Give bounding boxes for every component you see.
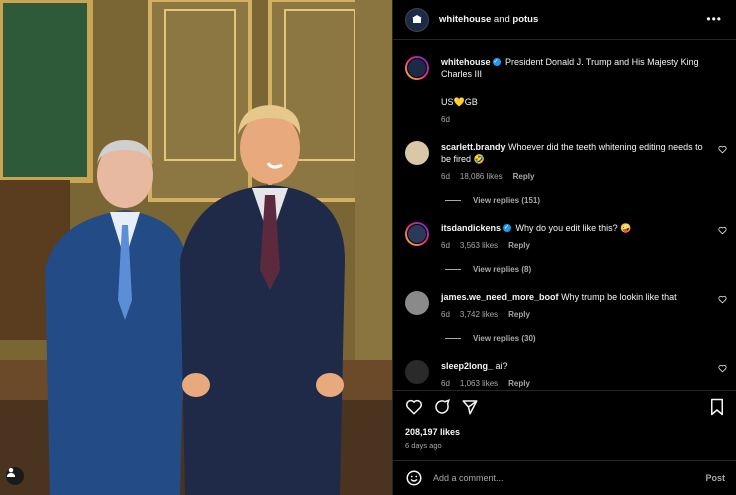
reply-button[interactable]: Reply — [508, 310, 530, 319]
comment: sleep2long_ ai? 6d 1,063 likes Reply — [405, 360, 727, 390]
authors-conjunction: and — [491, 14, 513, 25]
post-timestamp: 6 days ago — [405, 441, 442, 450]
comment-likes[interactable]: 3,563 likes — [460, 241, 498, 250]
whitehouse-seal-icon — [412, 14, 422, 23]
comment-likes[interactable]: 18,086 likes — [460, 172, 503, 181]
post-likes-count[interactable]: 208,197 likes — [405, 427, 725, 437]
caption-flags: US💛GB — [441, 97, 478, 107]
comment-time[interactable]: 6d — [441, 241, 450, 250]
reply-button[interactable]: Reply — [513, 172, 535, 181]
avatar[interactable] — [405, 141, 429, 165]
comment: itsdandickens Why do you edit like this?… — [405, 222, 727, 252]
verified-badge-icon — [492, 56, 501, 68]
view-replies-button[interactable]: View replies (151) — [445, 196, 540, 205]
view-replies-label: View replies (8) — [473, 265, 532, 274]
heart-icon[interactable] — [718, 364, 727, 373]
post-actions: 208,197 likes 6 days ago — [393, 390, 736, 456]
avatar[interactable] — [405, 222, 429, 246]
comment-text: Why do you edit like this? 🤪 — [515, 223, 632, 233]
share-send-icon[interactable] — [461, 398, 479, 416]
view-replies-label: View replies (30) — [473, 334, 536, 343]
comment: james.we_need_more_boof Why trump be loo… — [405, 291, 727, 321]
caption-time[interactable]: 6d — [441, 115, 450, 124]
instagram-post-viewer: whitehouse and potus ••• whitehouse Pres… — [0, 0, 736, 495]
more-options-icon[interactable]: ••• — [706, 12, 722, 26]
comment-text: Why trump be lookin like that — [561, 292, 677, 302]
heart-icon[interactable] — [718, 145, 727, 154]
caption-username[interactable]: whitehouse — [441, 57, 491, 67]
view-replies-button[interactable]: View replies (30) — [445, 334, 536, 343]
comment-username[interactable]: scarlett.brandy — [441, 142, 506, 152]
comment-time[interactable]: 6d — [441, 310, 450, 319]
add-comment-bar: Post — [393, 460, 736, 495]
heart-icon[interactable] — [718, 295, 727, 304]
view-replies-label: View replies (151) — [473, 196, 540, 205]
post-caption: whitehouse President Donald J. Trump and… — [405, 56, 727, 126]
comment-username[interactable]: sleep2long_ — [441, 361, 493, 371]
comment-username[interactable]: itsdandickens — [441, 223, 501, 233]
reply-button[interactable]: Reply — [508, 379, 530, 388]
bookmark-save-icon[interactable] — [709, 398, 725, 416]
verified-badge-icon — [503, 222, 512, 234]
comment-text: ai? — [495, 361, 508, 371]
avatar[interactable] — [405, 291, 429, 315]
reply-button[interactable]: Reply — [508, 241, 530, 250]
post-photo[interactable] — [0, 0, 392, 495]
author-link-whitehouse[interactable]: whitehouse — [439, 14, 491, 25]
comment-likes[interactable]: 1,063 likes — [460, 379, 498, 388]
author-link-potus[interactable]: potus — [512, 14, 538, 25]
like-heart-icon[interactable] — [405, 398, 423, 416]
comment-username[interactable]: james.we_need_more_boof — [441, 292, 559, 302]
tagged-users-button[interactable] — [6, 467, 24, 485]
emoji-icon[interactable] — [405, 469, 423, 487]
comment-time[interactable]: 6d — [441, 379, 450, 388]
comment-time[interactable]: 6d — [441, 172, 450, 181]
post-authors: whitehouse and potus — [439, 14, 538, 25]
post-comment-button[interactable]: Post — [705, 473, 725, 483]
comment: scarlett.brandy Whoever did the teeth wh… — [405, 141, 727, 183]
add-comment-input[interactable] — [433, 473, 706, 483]
heart-icon[interactable] — [718, 226, 727, 235]
person-icon — [7, 468, 15, 477]
avatar[interactable] — [405, 7, 429, 32]
comment-likes[interactable]: 3,742 likes — [460, 310, 498, 319]
photo-illustration — [0, 0, 392, 495]
post-details-panel: whitehouse and potus ••• whitehouse Pres… — [392, 0, 736, 495]
view-replies-button[interactable]: View replies (8) — [445, 265, 531, 274]
post-header: whitehouse and potus ••• — [393, 0, 736, 40]
avatar[interactable] — [405, 56, 429, 80]
comment-bubble-icon[interactable] — [433, 398, 451, 416]
avatar[interactable] — [405, 360, 429, 384]
